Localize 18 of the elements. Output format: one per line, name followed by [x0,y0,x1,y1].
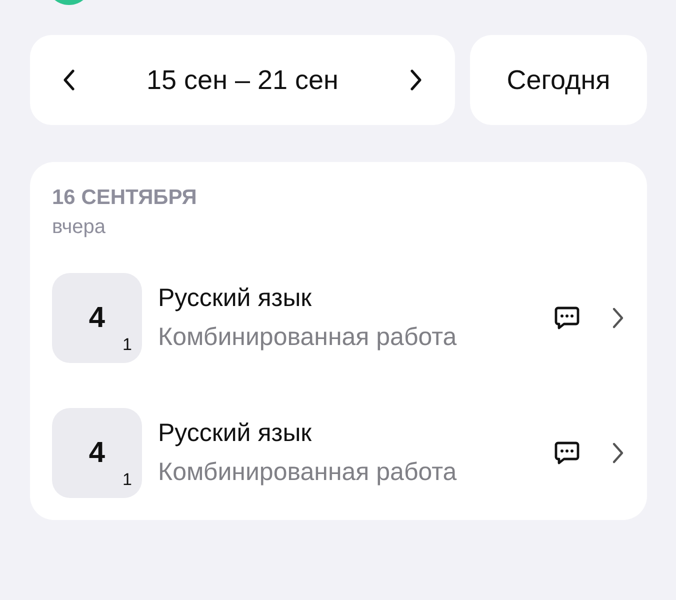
week-range: 15 сен – 21 сен [146,64,338,96]
grade-weight: 1 [122,335,132,355]
chevron-right-icon [611,307,625,329]
work-type: Комбинированная работа [158,323,458,352]
day-date: 16 СЕНТЯБРЯ [52,186,198,210]
grade-weight: 1 [122,470,132,490]
comment-icon[interactable] [553,440,581,466]
today-button[interactable]: Сегодня [470,35,647,125]
chevron-right-icon [408,69,423,91]
chevron-left-icon [62,69,76,91]
comment-icon[interactable] [553,305,581,331]
grade: 4 [88,302,106,334]
subject-name: Русский язык [158,419,313,448]
day-relative: вчера [52,216,107,239]
chevron-right-icon [611,442,625,464]
work-type: Комбинированная работа [158,458,458,487]
grade: 4 [88,436,106,470]
subject-name: Русский язык [158,284,313,313]
